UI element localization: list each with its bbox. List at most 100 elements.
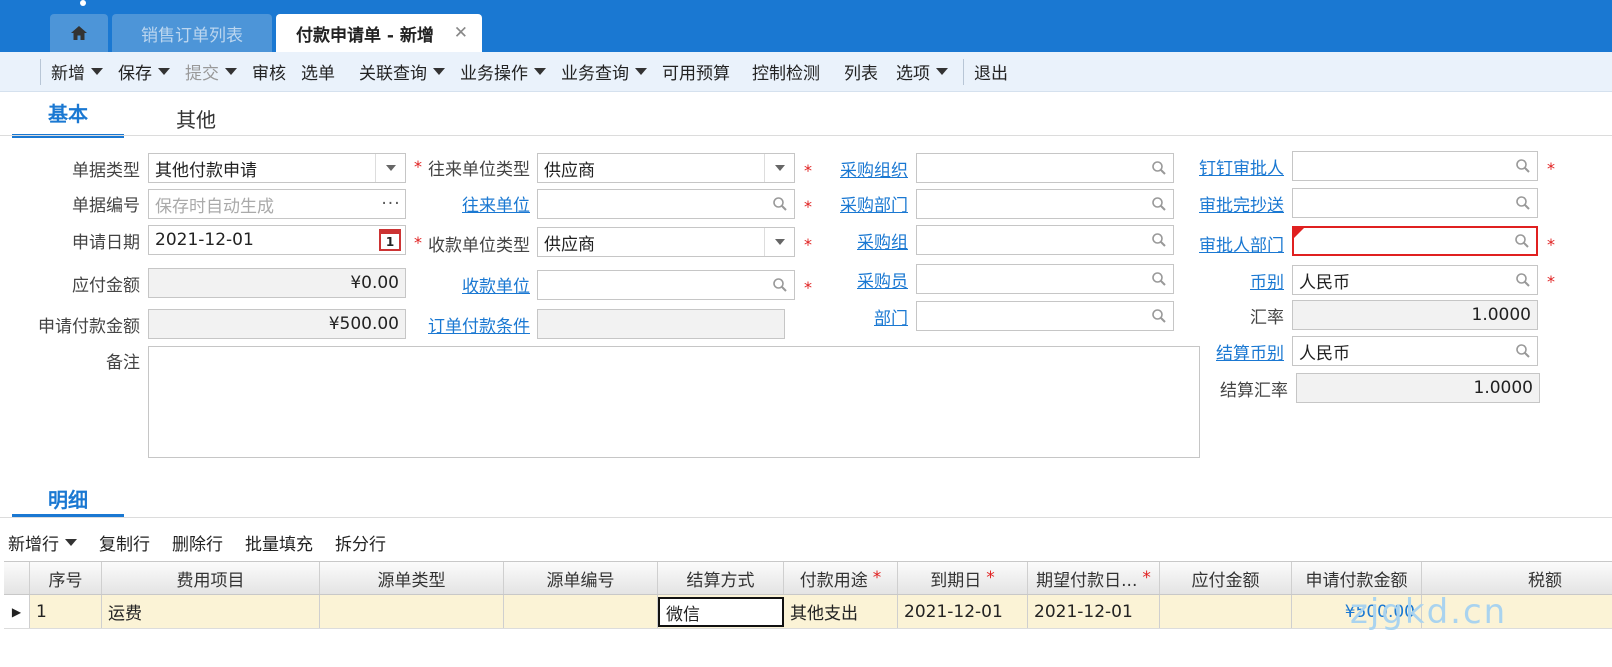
control-check-button[interactable]: 控制检测: [752, 59, 820, 84]
dingtalk-approver-link[interactable]: 钉钉审批人: [1164, 154, 1284, 179]
cell-expected-pay-date[interactable]: 2021-12-01: [1028, 595, 1160, 628]
cell-expense-item[interactable]: 运费: [102, 595, 320, 628]
tab-other[interactable]: 其他: [176, 104, 216, 133]
approver-dept-link[interactable]: 审批人部门: [1164, 231, 1284, 256]
chevron-down-icon[interactable]: [764, 154, 794, 182]
chevron-down-icon[interactable]: [225, 68, 237, 75]
cell-seq[interactable]: 1: [30, 595, 102, 628]
search-icon[interactable]: [1508, 233, 1536, 249]
currency-field[interactable]: 人民币: [1292, 265, 1538, 295]
purchase-org-link[interactable]: 采购组织: [808, 156, 908, 181]
related-query-button[interactable]: 关联查询: [359, 59, 445, 84]
search-icon[interactable]: [1509, 272, 1537, 288]
delete-row-button[interactable]: 删除行: [172, 530, 223, 555]
new-button[interactable]: 新增: [51, 59, 103, 84]
partner-type-select[interactable]: 供应商: [537, 153, 795, 183]
purchase-dept-field[interactable]: [916, 189, 1174, 219]
cell-pay-purpose[interactable]: 其他支出: [784, 595, 898, 628]
select-button[interactable]: 选单: [301, 59, 335, 84]
search-icon[interactable]: [1509, 343, 1537, 359]
save-button[interactable]: 保存: [118, 59, 170, 84]
payee-type-select[interactable]: 供应商: [537, 227, 795, 257]
available-budget-button[interactable]: 可用预算: [662, 59, 730, 84]
header-pay-purpose[interactable]: 付款用途 *: [784, 562, 898, 594]
chevron-down-icon[interactable]: [635, 68, 647, 75]
header-src-no[interactable]: 源单编号: [504, 562, 658, 594]
audit-button[interactable]: 审核: [252, 59, 286, 84]
dept-link[interactable]: 部门: [808, 304, 908, 329]
dingtalk-approver-field[interactable]: [1292, 151, 1538, 181]
header-apply-pay-amount[interactable]: 申请付款金额: [1292, 562, 1422, 594]
apply-date-field[interactable]: 2021-12-01 1: [148, 225, 406, 255]
dept-field[interactable]: [916, 301, 1174, 331]
search-icon[interactable]: [766, 196, 794, 212]
remark-label: 备注: [106, 353, 140, 373]
tab-basic[interactable]: 基本: [12, 98, 124, 138]
doc-no-field[interactable]: 保存时自动生成 ···: [148, 189, 406, 219]
chevron-down-icon[interactable]: [936, 68, 948, 75]
header-seq[interactable]: 序号: [30, 562, 102, 594]
order-pay-terms-link[interactable]: 订单付款条件: [410, 312, 530, 337]
tab-home[interactable]: [50, 14, 108, 52]
chevron-down-icon[interactable]: [534, 68, 546, 75]
batch-fill-button[interactable]: 批量填充: [245, 530, 313, 555]
cell-src-no[interactable]: [504, 595, 658, 628]
search-icon[interactable]: [766, 277, 794, 293]
cell-due-date[interactable]: 2021-12-01: [898, 595, 1028, 628]
partner-link[interactable]: 往来单位: [420, 191, 530, 216]
chevron-down-icon[interactable]: [158, 68, 170, 75]
exit-button[interactable]: 退出: [974, 59, 1008, 84]
purchaser-field[interactable]: [916, 264, 1174, 294]
options-button[interactable]: 选项: [896, 59, 948, 84]
settle-rate-label: 结算汇率: [1220, 381, 1288, 401]
approver-dept-field[interactable]: [1292, 226, 1538, 256]
chevron-down-icon[interactable]: [764, 228, 794, 256]
currency-link[interactable]: 币别: [1164, 268, 1284, 293]
purchase-dept-link[interactable]: 采购部门: [808, 191, 908, 216]
purchase-group-field[interactable]: [916, 225, 1174, 255]
business-op-button[interactable]: 业务操作: [460, 59, 546, 84]
header-expense-item[interactable]: 费用项目: [102, 562, 320, 594]
purchase-org-field[interactable]: [916, 153, 1174, 183]
submit-button[interactable]: 提交: [185, 59, 237, 84]
doc-type-select[interactable]: 其他付款申请: [148, 153, 406, 183]
search-icon[interactable]: [1509, 195, 1537, 211]
chevron-down-icon[interactable]: [91, 68, 103, 75]
approval-cc-link[interactable]: 审批完抄送: [1164, 191, 1284, 216]
header-payable-amount[interactable]: 应付金额: [1160, 562, 1292, 594]
more-icon[interactable]: ···: [377, 194, 405, 214]
purchaser-link[interactable]: 采购员: [808, 267, 908, 292]
settle-currency-link[interactable]: 结算币别: [1164, 339, 1284, 364]
tab-payment-request-new[interactable]: 付款申请单 - 新增 ✕: [276, 14, 482, 52]
partner-field[interactable]: [537, 189, 795, 219]
chevron-down-icon[interactable]: [375, 154, 405, 182]
cell-payable-amount[interactable]: [1160, 595, 1292, 628]
purchase-group-link[interactable]: 采购组: [808, 228, 908, 253]
cell-settle-method[interactable]: 微信: [658, 597, 784, 627]
add-row-button[interactable]: 新增行: [8, 530, 77, 555]
header-due-date[interactable]: 到期日 *: [898, 562, 1028, 594]
business-query-button[interactable]: 业务查询: [561, 59, 647, 84]
tab-sales-order-list[interactable]: 销售订单列表: [112, 14, 272, 52]
calendar-icon[interactable]: 1: [375, 229, 405, 251]
detail-toolbar: 新增行 复制行 删除行 批量填充 拆分行: [0, 526, 1612, 558]
tab-detail[interactable]: 明细: [12, 484, 124, 518]
chevron-down-icon[interactable]: [433, 68, 445, 75]
header-tax[interactable]: 税额: [1422, 562, 1612, 594]
watermark: zjgkd.cn: [1350, 592, 1508, 632]
copy-row-button[interactable]: 复制行: [99, 530, 150, 555]
settle-currency-field[interactable]: 人民币: [1292, 336, 1538, 366]
cell-src-type[interactable]: [320, 595, 504, 628]
header-expected-pay-date[interactable]: 期望付款日... *: [1028, 562, 1160, 594]
search-icon[interactable]: [1509, 158, 1537, 174]
header-src-type[interactable]: 源单类型: [320, 562, 504, 594]
chevron-down-icon[interactable]: [65, 538, 77, 546]
list-button[interactable]: 列表: [844, 59, 878, 84]
payee-link[interactable]: 收款单位: [420, 272, 530, 297]
split-row-button[interactable]: 拆分行: [335, 530, 386, 555]
approval-cc-field[interactable]: [1292, 188, 1538, 218]
header-settle-method[interactable]: 结算方式: [658, 562, 784, 594]
remark-textarea[interactable]: [148, 346, 1200, 458]
payee-field[interactable]: [537, 270, 795, 300]
close-icon[interactable]: ✕: [454, 23, 468, 43]
